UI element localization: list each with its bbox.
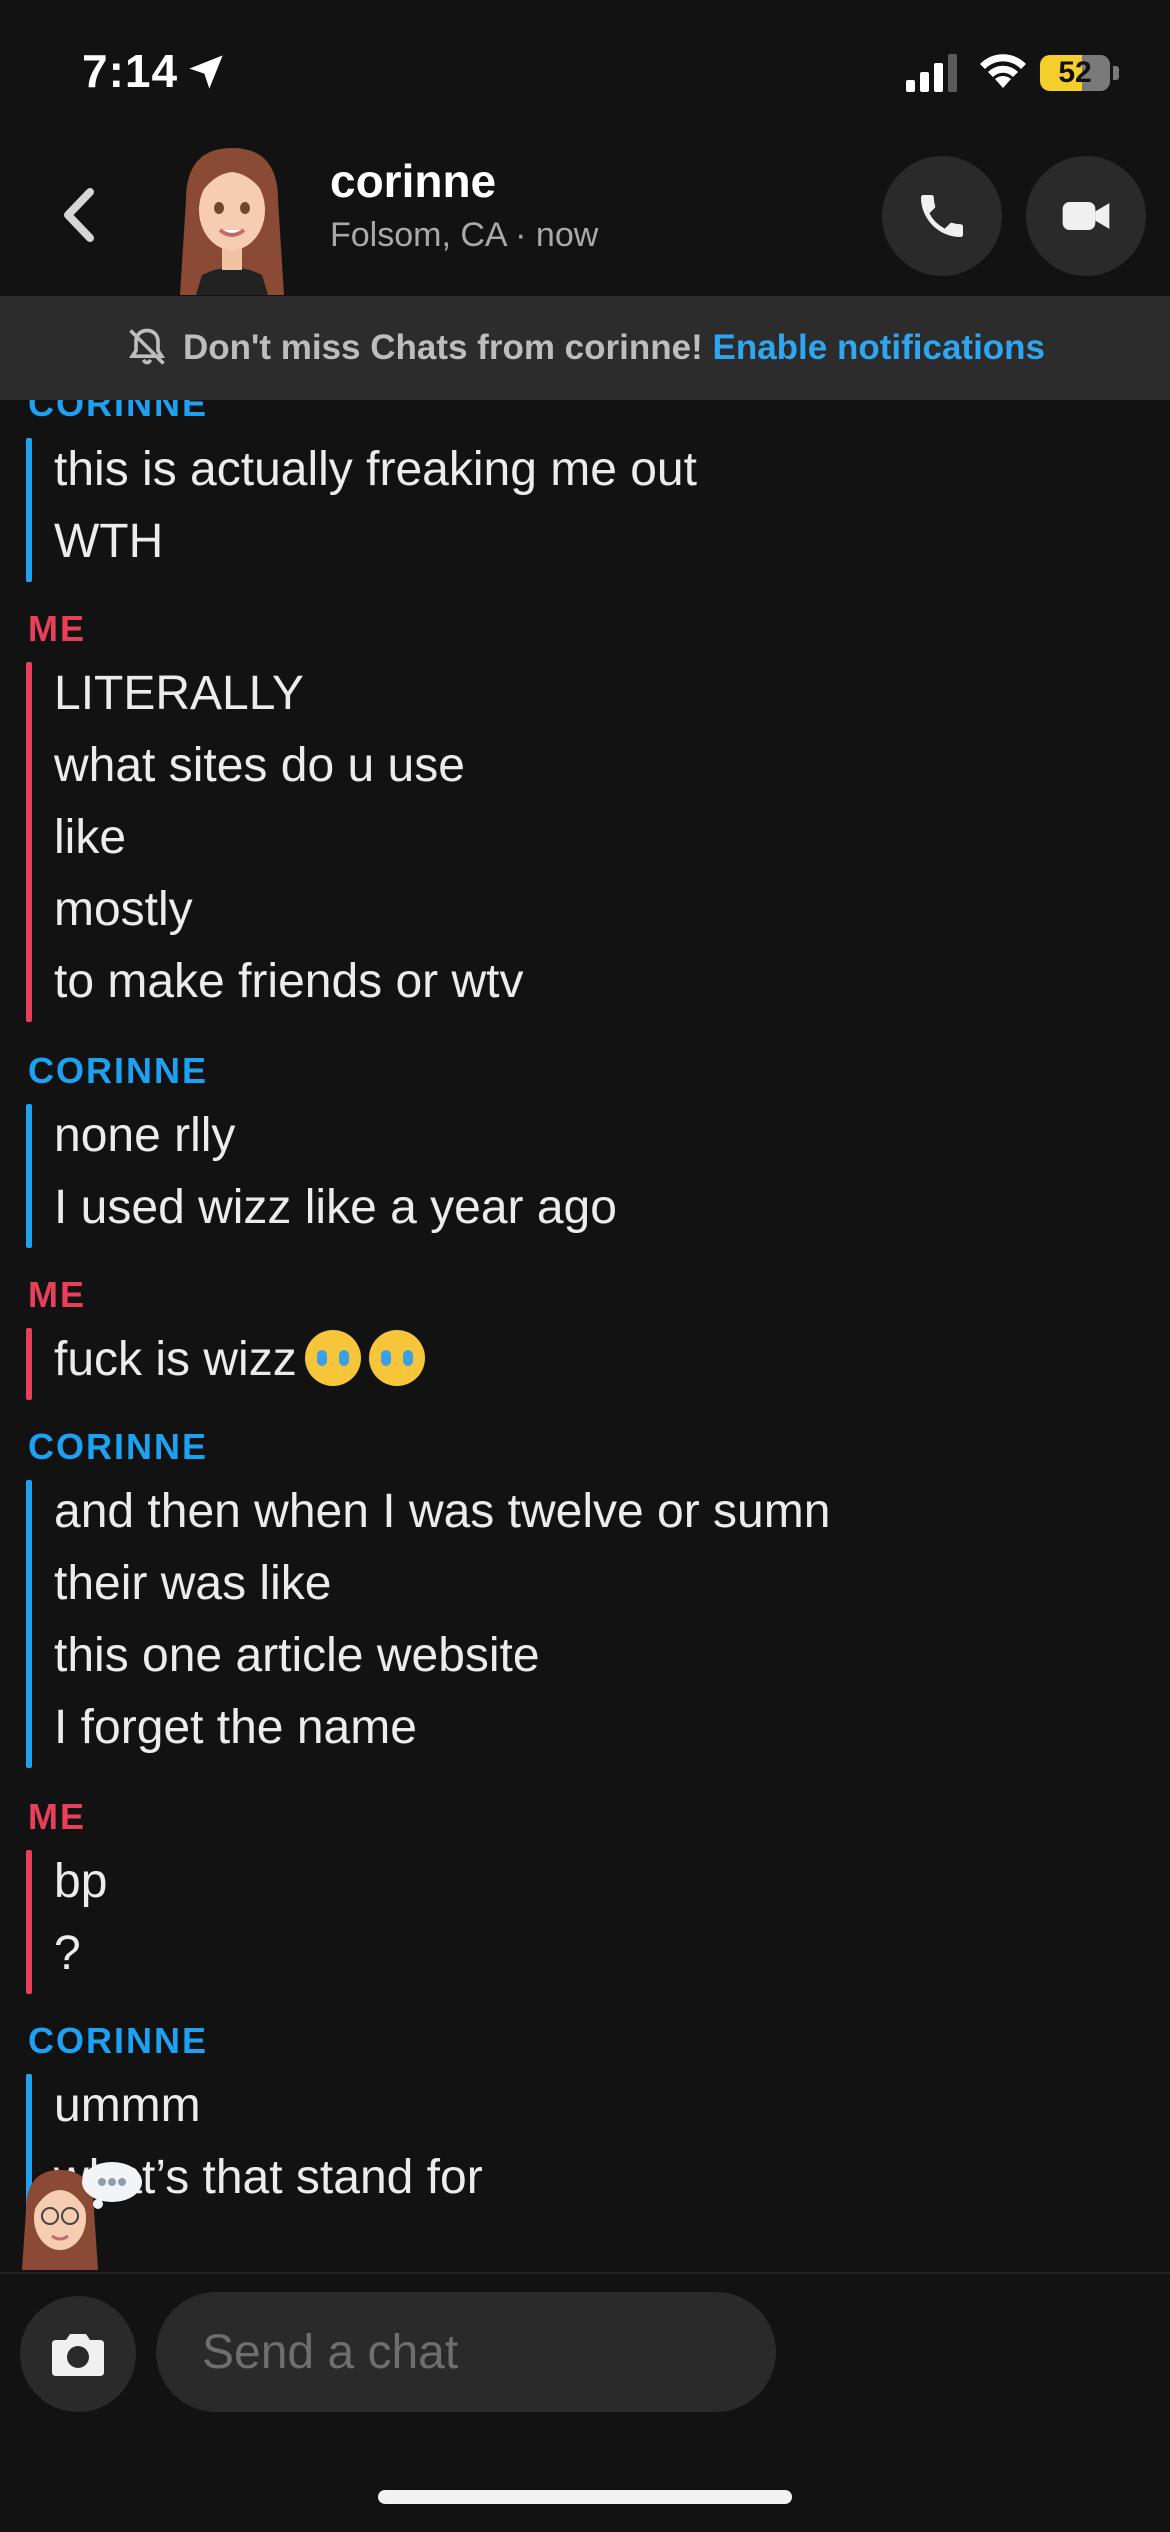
- message-text[interactable]: this is actually freaking me out: [54, 442, 697, 497]
- bell-slash-icon: [128, 328, 166, 365]
- camera-button[interactable]: [20, 2296, 136, 2412]
- sender-label: CORINNE: [28, 1426, 209, 1467]
- message-bar: [26, 1480, 32, 1768]
- location-arrow-icon: [189, 55, 223, 89]
- message-text: fuck is wizz: [54, 1333, 297, 1386]
- notification-text: Don't miss Chats from corinne!: [182, 328, 703, 367]
- contact-location-status: Folsom, CA · now: [330, 216, 599, 254]
- status-time: 7:14: [82, 45, 179, 97]
- message-text[interactable]: none rlly: [54, 1108, 235, 1163]
- message-text[interactable]: I forget the name: [54, 1700, 417, 1755]
- message-text[interactable]: ?: [54, 1926, 81, 1981]
- message-bar: [26, 662, 32, 1022]
- battery-tip: [1113, 66, 1119, 80]
- signal-icon: [906, 54, 957, 92]
- chat-header: corinne Folsom, CA · now: [0, 148, 1170, 295]
- message-text[interactable]: their was like: [54, 1556, 331, 1611]
- message-text[interactable]: LITERALLY: [54, 666, 304, 721]
- message-bar: [26, 1850, 32, 1994]
- message-bar: [26, 438, 32, 582]
- contact-name[interactable]: corinne: [330, 154, 496, 208]
- crying-emoji-icon: [368, 1330, 425, 1387]
- message-text[interactable]: WTH: [54, 514, 163, 569]
- message-text[interactable]: this one article website: [54, 1628, 540, 1683]
- message-text[interactable]: like: [54, 810, 126, 865]
- sender-label: CORINNE: [28, 1050, 209, 1091]
- video-call-button[interactable]: [1026, 156, 1146, 276]
- message-text[interactable]: mostly: [54, 882, 193, 937]
- message-text[interactable]: what sites do u use: [54, 738, 465, 793]
- enable-notifications-link[interactable]: Enable notifications: [712, 328, 1045, 367]
- sender-label: CORINNE: [28, 2020, 209, 2061]
- camera-icon: [52, 2334, 104, 2376]
- message-text[interactable]: I used wizz like a year ago: [54, 1180, 617, 1235]
- notification-banner: Don't miss Chats from corinne! Enable no…: [0, 296, 1170, 400]
- sender-label: CORINNE: [28, 400, 209, 424]
- sender-label: ME: [28, 1274, 86, 1315]
- voice-call-button[interactable]: [882, 156, 1002, 276]
- battery-icon: 52: [1040, 55, 1110, 91]
- message-line[interactable]: fuck is wizz: [54, 1330, 425, 1387]
- send-chat-input[interactable]: [156, 2292, 776, 2412]
- wifi-icon: [980, 54, 1026, 88]
- status-bar: 7:14 52: [0, 0, 1170, 150]
- message-text[interactable]: ummm: [54, 2078, 201, 2133]
- message-text[interactable]: to make friends or wtv: [54, 954, 524, 1009]
- sender-label: ME: [28, 608, 86, 649]
- message-text[interactable]: bp: [54, 1854, 107, 1909]
- sender-label: ME: [28, 1796, 86, 1837]
- back-chevron-icon[interactable]: [50, 180, 110, 250]
- composer-divider: [0, 2272, 1170, 2274]
- message-bar: [26, 1328, 32, 1400]
- video-camera-icon: [1062, 202, 1110, 230]
- avatar[interactable]: [172, 140, 292, 295]
- crying-emoji-icon: [304, 1330, 361, 1387]
- typing-indicator-bitmoji: [22, 2162, 142, 2270]
- home-indicator[interactable]: [378, 2490, 792, 2504]
- chat-thread: CORINNE this is actually freaking me out…: [0, 400, 1170, 2272]
- battery-level: 52: [1058, 56, 1092, 89]
- phone-icon: [921, 195, 963, 237]
- message-bar: [26, 1104, 32, 1248]
- message-text[interactable]: and then when I was twelve or sumn: [54, 1484, 830, 1539]
